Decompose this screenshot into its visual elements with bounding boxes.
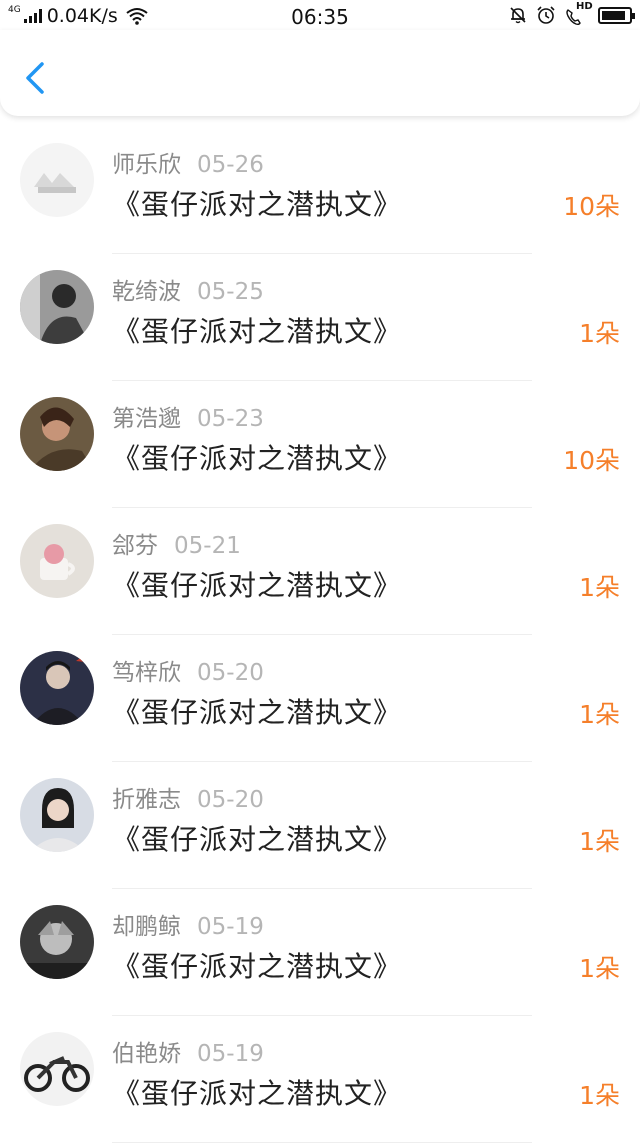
record-date: 05-19	[197, 914, 264, 940]
work-title: 《蛋仔派对之潜执文》	[112, 569, 403, 602]
user-name: 第浩邈	[112, 406, 181, 432]
user-name: 笃梓欣	[112, 660, 181, 686]
record-date: 05-25	[197, 279, 264, 305]
flower-amount: 1朵	[579, 1081, 620, 1110]
user-name: 师乐欣	[112, 152, 181, 178]
list-item[interactable]: 伯艳娇 05-19 《蛋仔派对之潜执文》 1朵	[0, 1016, 640, 1143]
avatar	[20, 651, 94, 725]
work-title: 《蛋仔派对之潜执文》	[112, 442, 403, 475]
battery-icon	[598, 6, 635, 24]
battery-level	[602, 10, 625, 20]
flower-amount: 1朵	[579, 319, 620, 348]
flower-amount: 10朵	[563, 192, 620, 221]
chevron-left-icon	[26, 62, 44, 94]
flower-amount: 1朵	[579, 827, 620, 856]
flower-amount: 10朵	[563, 446, 620, 475]
avatar	[20, 1032, 94, 1106]
hd-label: HD	[576, 1, 593, 12]
record-date: 05-21	[174, 533, 241, 559]
list-item[interactable]: 郐芬 05-21 《蛋仔派对之潜执文》 1朵	[0, 508, 640, 635]
user-name: 折雅志	[112, 787, 181, 813]
flower-amount: 1朵	[579, 573, 620, 602]
mute-bell-icon	[510, 7, 526, 24]
work-title: 《蛋仔派对之潜执文》	[112, 823, 403, 856]
list-item[interactable]: 笃梓欣 05-20 《蛋仔派对之潜执文》 1朵	[0, 635, 640, 762]
user-name: 郐芬	[112, 533, 158, 559]
user-name: 乾绮波	[112, 279, 181, 305]
user-name: 伯艳娇	[112, 1041, 181, 1067]
list-item[interactable]: 第浩邈 05-23 《蛋仔派对之潜执文》 10朵	[0, 381, 640, 508]
record-date: 05-20	[197, 787, 264, 813]
list-item[interactable]: 折雅志 05-20 《蛋仔派对之潜执文》 1朵	[0, 762, 640, 889]
work-title: 《蛋仔派对之潜执文》	[112, 950, 403, 983]
record-date: 05-23	[197, 406, 264, 432]
avatar	[20, 524, 94, 598]
back-button[interactable]	[18, 58, 54, 98]
flower-amount: 1朵	[579, 700, 620, 729]
list-item[interactable]: 乾绮波 05-25 《蛋仔派对之潜执文》 1朵	[0, 254, 640, 381]
avatar	[20, 143, 94, 217]
list-item[interactable]: 却鹏鲸 05-19 《蛋仔派对之潜执文》 1朵	[0, 889, 640, 1016]
avatar	[20, 397, 94, 471]
record-date: 05-26	[197, 152, 264, 178]
work-title: 《蛋仔派对之潜执文》	[112, 188, 403, 221]
work-title: 《蛋仔派对之潜执文》	[112, 1077, 403, 1110]
header	[0, 30, 640, 116]
status-bar: 4G 0.04K/s 06:35 HD	[0, 0, 640, 34]
status-right: HD	[508, 1, 635, 26]
work-title: 《蛋仔派对之潜执文》	[112, 696, 403, 729]
alarm-clock-icon	[537, 6, 555, 24]
list-item[interactable]: 师乐欣 05-26 《蛋仔派对之潜执文》 10朵	[0, 127, 640, 254]
record-date: 05-19	[197, 1041, 264, 1067]
avatar	[20, 778, 94, 852]
user-name: 却鹏鲸	[112, 914, 181, 940]
avatar	[20, 270, 94, 344]
gift-record-list: 师乐欣 05-26 《蛋仔派对之潜执文》 10朵 乾绮波 05-25 《蛋仔派对之潜…	[0, 127, 640, 1143]
record-date: 05-20	[197, 660, 264, 686]
flower-amount: 1朵	[579, 954, 620, 983]
hd-call-icon: HD	[564, 1, 593, 26]
avatar	[20, 905, 94, 979]
work-title: 《蛋仔派对之潜执文》	[112, 315, 403, 348]
